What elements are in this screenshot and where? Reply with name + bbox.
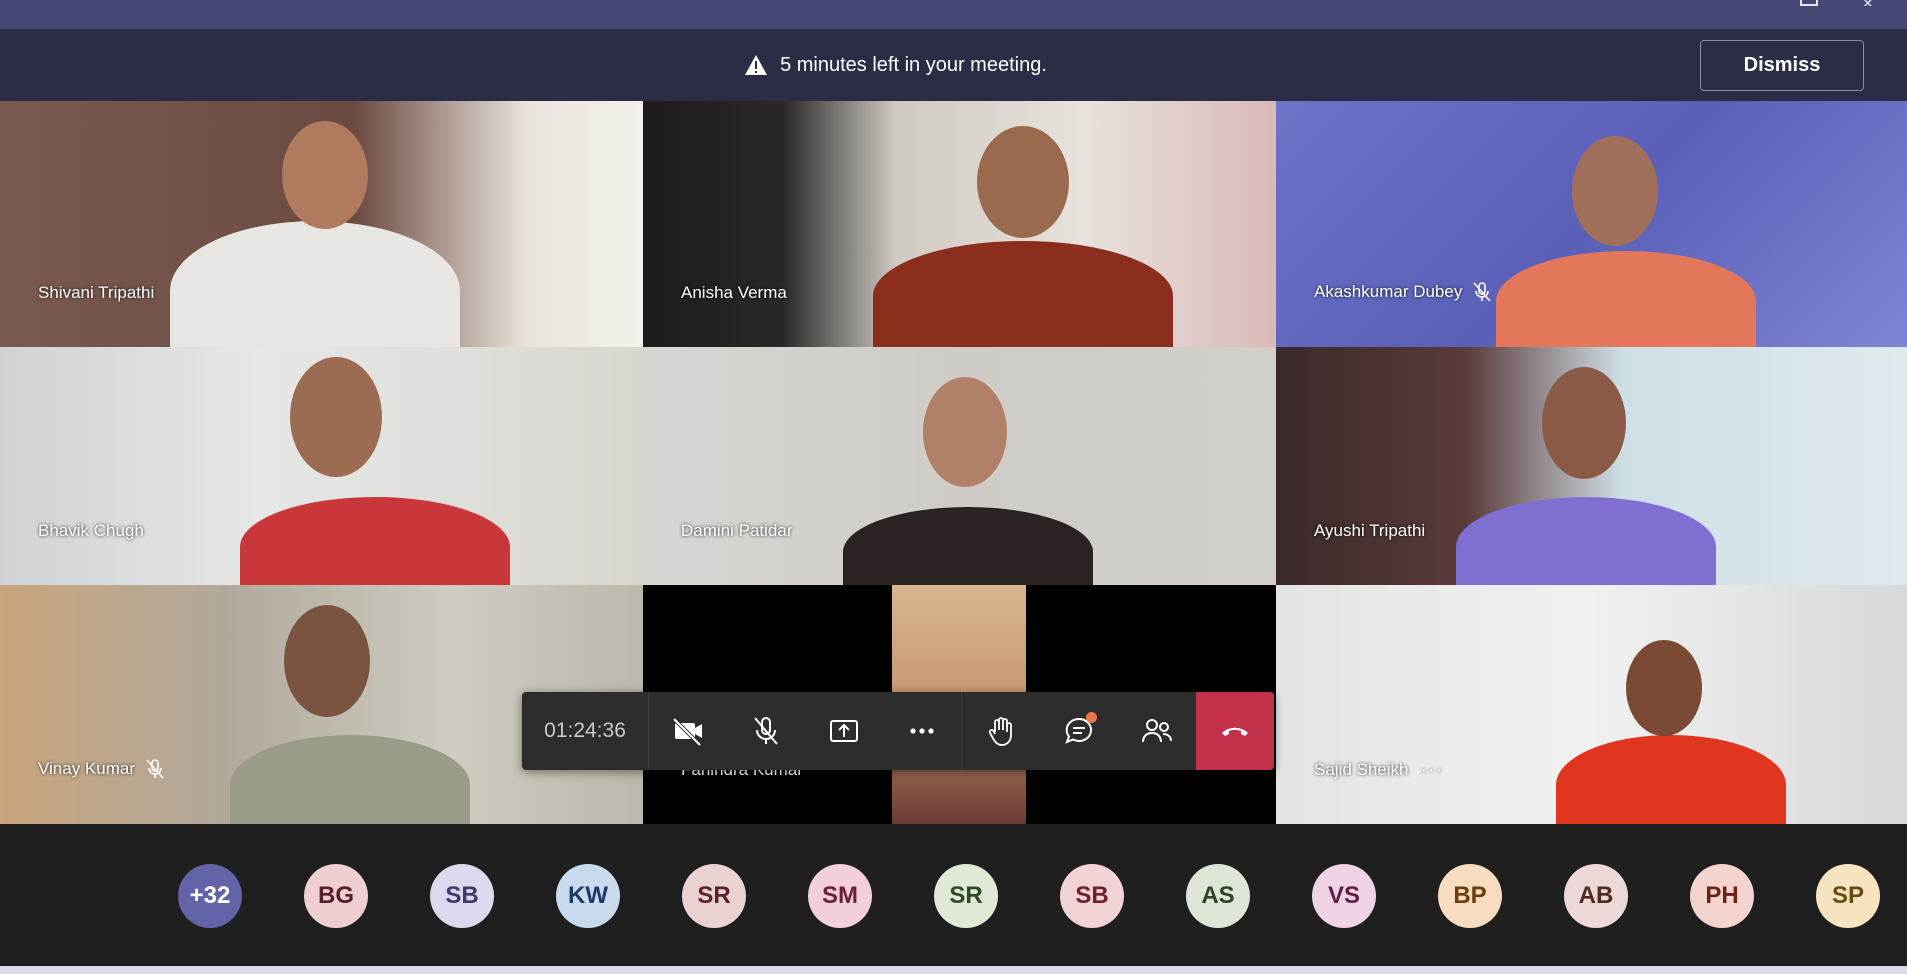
participants-icon <box>1142 719 1172 743</box>
video-tile[interactable]: Anisha Verma <box>643 101 1276 347</box>
participants-button[interactable] <box>1118 692 1196 770</box>
more-actions-button[interactable] <box>883 692 961 770</box>
warning-icon <box>745 55 768 75</box>
hang-up-icon <box>1222 727 1248 736</box>
window-title-bar: ✕ <box>0 0 1907 29</box>
participant-avatar[interactable]: AB <box>1564 864 1628 928</box>
camera-toggle-button[interactable] <box>649 692 727 770</box>
video-tile[interactable]: Shivani Tripathi <box>0 101 643 347</box>
participant-avatar[interactable]: SR <box>682 864 746 928</box>
participant-avatar[interactable]: BP <box>1438 864 1502 928</box>
participant-avatar[interactable]: AS <box>1186 864 1250 928</box>
window-bottom-edge <box>0 966 1907 974</box>
camera-off-icon <box>672 717 702 747</box>
participant-avatar[interactable]: SB <box>1060 864 1124 928</box>
participant-avatar[interactable]: BG <box>304 864 368 928</box>
participant-name: Vinay Kumar <box>38 759 136 778</box>
participant-name-label: Damini Patidar <box>681 521 793 541</box>
meeting-timer: 01:24:36 <box>522 692 649 770</box>
video-tile[interactable]: Bhavik Chugh <box>0 347 643 585</box>
participant-name: Anisha Verma <box>681 283 787 302</box>
more-options-icon[interactable]: ··· <box>1421 760 1444 780</box>
mic-toggle-button[interactable] <box>727 692 805 770</box>
participant-name-label: Anisha Verma <box>681 283 787 303</box>
meeting-time-banner: 5 minutes left in your meeting. Dismiss <box>0 29 1907 101</box>
banner-message-row: 5 minutes left in your meeting. <box>0 29 1849 101</box>
close-window-icon[interactable]: ✕ <box>1862 0 1884 6</box>
participant-name: Shivani Tripathi <box>38 283 155 302</box>
participant-name-label: Shivani Tripathi <box>38 283 154 303</box>
video-tile[interactable]: Sajid Sheikh ··· <box>1276 585 1907 824</box>
participant-name-label: Ayushi Tripathi <box>1314 521 1425 541</box>
banner-message: 5 minutes left in your meeting. <box>780 53 1047 76</box>
participant-name: Ayushi Tripathi <box>1314 521 1426 540</box>
participant-name-label: Akashkumar Dubey <box>1314 281 1492 303</box>
participant-name: Damini Patidar <box>681 521 793 540</box>
participant-avatar[interactable]: SP <box>1816 864 1880 928</box>
participant-avatar[interactable]: VS <box>1312 864 1376 928</box>
raise-hand-button[interactable] <box>962 692 1040 770</box>
video-tile[interactable]: Ayushi Tripathi <box>1276 347 1907 585</box>
participant-avatar-strip: +32 BG SB KW SR SM SR SB AS VS BP AB PH SP <box>0 824 1907 966</box>
dismiss-button[interactable]: Dismiss <box>1700 40 1864 91</box>
participant-avatar[interactable]: SR <box>934 864 998 928</box>
hang-up-button[interactable] <box>1196 692 1274 770</box>
raise-hand-icon <box>988 717 1012 746</box>
mic-muted-icon <box>1473 282 1491 302</box>
participant-avatar[interactable]: KW <box>556 864 620 928</box>
mic-off-icon <box>754 717 778 745</box>
participant-avatar[interactable]: SB <box>430 864 494 928</box>
video-tile[interactable]: Akashkumar Dubey <box>1276 101 1907 347</box>
participant-name: Akashkumar Dubey <box>1314 282 1463 301</box>
participant-name-label: Sajid Sheikh ··· <box>1314 760 1444 780</box>
participant-avatar[interactable]: SM <box>808 864 872 928</box>
meeting-controls-bar: 01:24:36 <box>522 692 1274 770</box>
chat-button[interactable] <box>1040 692 1118 770</box>
share-screen-icon <box>830 720 858 742</box>
mic-muted-icon <box>146 759 164 779</box>
participant-name: Sajid Sheikh <box>1314 760 1409 779</box>
video-tile[interactable]: Damini Patidar <box>643 347 1276 585</box>
participant-name-label: Bhavik Chugh <box>38 521 144 541</box>
overflow-participants-avatar[interactable]: +32 <box>178 864 242 928</box>
restore-window-icon[interactable] <box>1800 0 1818 6</box>
share-screen-button[interactable] <box>805 692 883 770</box>
participant-name: Bhavik Chugh <box>38 521 144 540</box>
more-options-icon <box>910 728 934 734</box>
participant-avatar[interactable]: PH <box>1690 864 1754 928</box>
participant-name-label: Vinay Kumar <box>38 758 165 780</box>
chat-notification-dot <box>1086 712 1097 723</box>
